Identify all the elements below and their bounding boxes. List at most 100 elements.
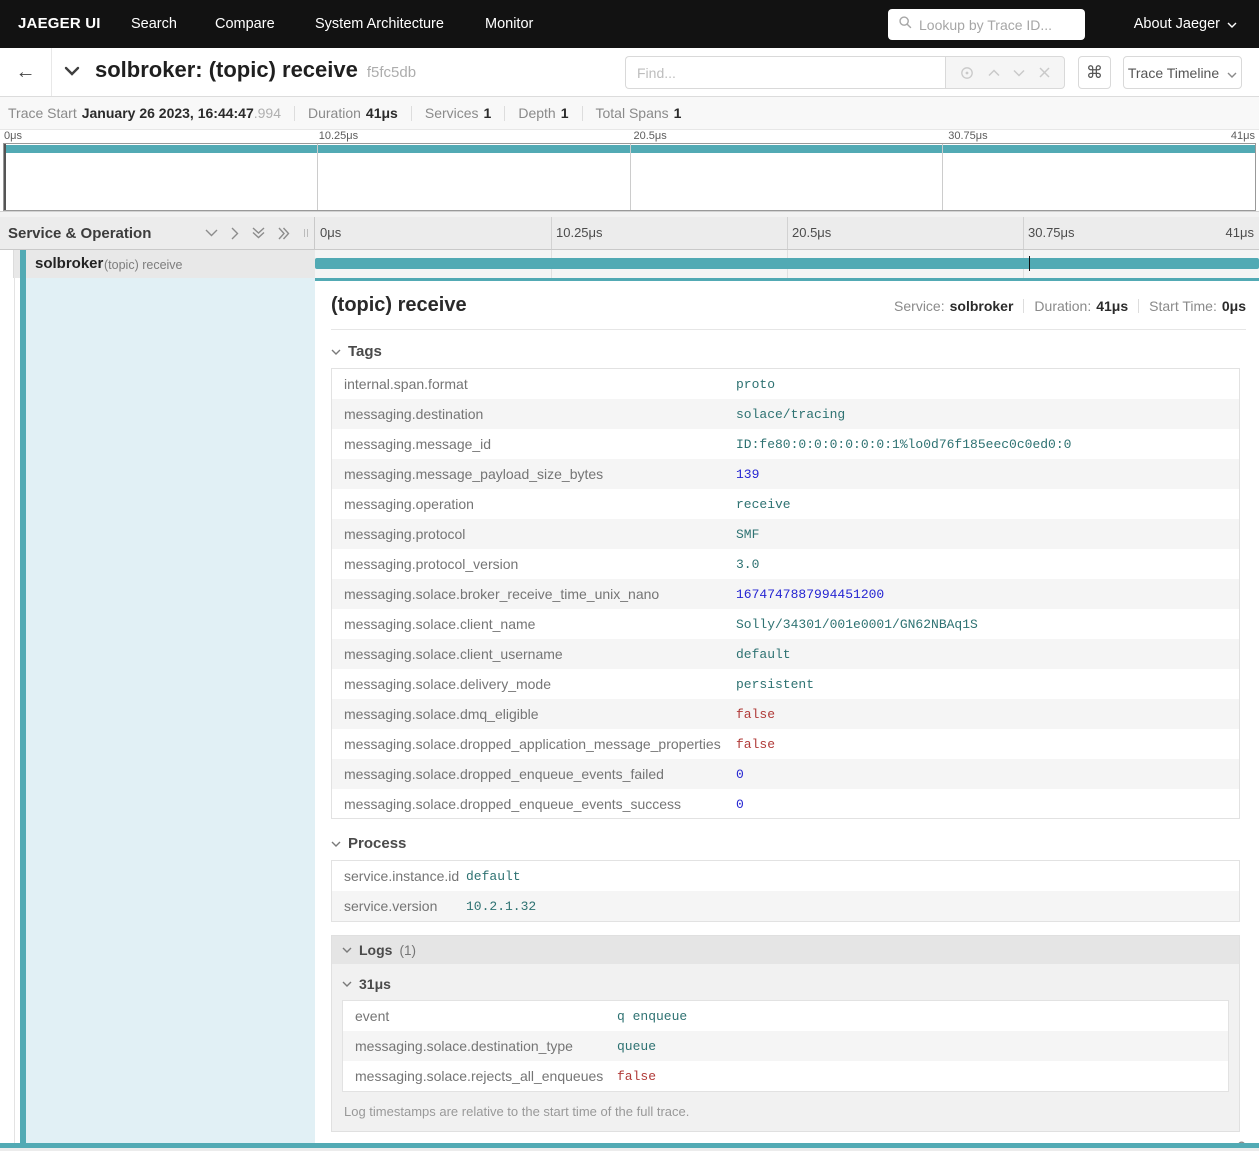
about-jaeger-label: About Jaeger <box>1133 16 1220 32</box>
span-log-marker[interactable] <box>1028 256 1030 271</box>
kv-value: false <box>736 707 776 722</box>
top-nav: JAEGER UI Search Compare System Architec… <box>0 0 1259 48</box>
trace-id: f5fc5db <box>366 64 417 81</box>
trace-header: ← solbroker: (topic) receive f5fc5db Fin… <box>0 48 1259 97</box>
detail-row-highlight <box>26 278 315 1143</box>
kv-key: service.version <box>344 898 438 914</box>
nav-item-monitor[interactable]: Monitor <box>485 0 533 48</box>
logs-section-toggle[interactable]: Logs (1) <box>332 936 1239 964</box>
kv-key: messaging.operation <box>344 496 474 512</box>
kv-row: messaging.solace.rejects_all_enqueues fal… <box>343 1061 1228 1091</box>
back-arrow-icon: ← <box>15 60 36 83</box>
duration-label: Duration: <box>1034 298 1092 314</box>
expand-one-icon[interactable] <box>231 227 239 240</box>
span-duration-bar[interactable] <box>315 258 1259 269</box>
kv-value: default <box>736 647 791 662</box>
total-spans-label: Total Spans <box>595 105 669 121</box>
minimap-gridline <box>316 144 318 210</box>
kv-value: queue <box>617 1039 657 1054</box>
logs-count: (1) <box>399 942 416 958</box>
focus-match-icon[interactable] <box>960 66 974 80</box>
collapse-one-icon[interactable] <box>205 229 218 237</box>
duration-value: 41μs <box>365 105 398 121</box>
kv-row: messaging.solace.client_username default <box>332 639 1239 669</box>
process-table: service.instance.id default service.versio… <box>331 860 1240 922</box>
span-detail-left-gutter <box>0 278 315 1143</box>
kv-row: internal.span.format proto <box>332 369 1239 399</box>
trace-id-lookup-input[interactable]: Lookup by Trace ID... <box>888 9 1085 40</box>
divider <box>294 105 295 121</box>
kv-row: service.version 10.2.1.32 <box>332 891 1239 921</box>
service-value: solbroker <box>949 298 1014 314</box>
kv-value: false <box>736 737 776 752</box>
kv-value: 0 <box>736 767 744 782</box>
span-service-name: solbroker <box>35 255 104 272</box>
expand-collapse-controls <box>205 227 290 240</box>
collapse-trace-chevron-icon[interactable] <box>64 63 80 81</box>
tags-table[interactable]: internal.span.format proto messaging.desti… <box>331 368 1240 819</box>
about-jaeger-menu[interactable]: About Jaeger <box>1134 0 1237 48</box>
span-timeline-cell[interactable] <box>315 250 1259 278</box>
services-value: 1 <box>483 105 492 121</box>
kv-row: messaging.solace.broker_receive_time_uni… <box>332 579 1239 609</box>
keyboard-shortcuts-button[interactable]: ⌘ <box>1078 56 1111 89</box>
span-row[interactable]: solbroker (topic) receive <box>0 250 1259 278</box>
process-section-title: Process <box>348 835 407 852</box>
kv-key: messaging.destination <box>344 406 484 422</box>
kv-row: messaging.solace.destination_type queue <box>343 1031 1228 1061</box>
kv-row: messaging.solace.dropped_enqueue_events_… <box>332 789 1239 818</box>
back-button[interactable]: ← <box>0 48 52 96</box>
next-match-icon[interactable] <box>1013 69 1025 77</box>
nav-item-system-architecture[interactable]: System Architecture <box>315 0 444 48</box>
divider <box>410 105 412 121</box>
kv-key: messaging.solace.broker_receive_time_uni… <box>344 586 660 602</box>
trace-minimap[interactable] <box>3 143 1256 211</box>
minimap-scrubber-handle[interactable] <box>4 144 6 210</box>
find-input[interactable] <box>625 56 945 89</box>
trace-view-label: Trace Timeline <box>1127 64 1220 81</box>
timeline-tick: 30.75μs <box>1028 225 1075 240</box>
app-logo[interactable]: JAEGER UI <box>18 0 101 48</box>
divider <box>504 105 506 121</box>
kv-value: 10.2.1.32 <box>466 899 537 914</box>
services-label: Services <box>424 105 479 121</box>
kv-row: messaging.solace.dmq_eligible false <box>332 699 1239 729</box>
timeline-header: Service & Operation 0μs 10.25μs 20.5μs 3… <box>0 217 1259 250</box>
log-entry-toggle[interactable]: 31μs <box>342 976 1229 992</box>
timeline-tick: 41μs <box>1225 225 1254 240</box>
collapse-all-icon[interactable] <box>252 227 265 239</box>
depth-label: Depth <box>518 105 556 121</box>
service-operation-label: Service & Operation <box>8 224 152 242</box>
kv-row: messaging.message_payload_size_bytes 139 <box>332 459 1239 489</box>
kv-key: messaging.solace.dmq_eligible <box>344 706 539 722</box>
minimap-gridline <box>942 144 944 210</box>
process-section-toggle[interactable]: Process <box>331 835 1246 852</box>
indent-guide <box>14 278 15 1143</box>
kv-value: 3.0 <box>736 557 760 572</box>
kv-value: SMF <box>736 527 760 542</box>
kv-row: messaging.solace.delivery_mode persistent <box>332 669 1239 699</box>
clear-find-icon[interactable] <box>1039 67 1050 78</box>
trace-start-label: Trace Start <box>8 105 77 121</box>
kv-value: ID:fe80:0:0:0:0:0:0:1%lo0d76f185eec0c0ed… <box>736 437 1072 452</box>
log-entry-time: 31μs <box>359 976 391 992</box>
prev-match-icon[interactable] <box>988 68 1000 77</box>
span-operation-name: (topic) receive <box>104 258 183 272</box>
span-name-cell[interactable]: solbroker (topic) receive <box>0 250 315 278</box>
kv-key: messaging.message_id <box>344 436 492 452</box>
kv-row: messaging.solace.dropped_application_mes… <box>332 729 1239 759</box>
ruler-tick: 10.25μs <box>318 130 359 142</box>
expand-all-icon[interactable] <box>278 227 290 240</box>
nav-item-compare[interactable]: Compare <box>215 0 275 48</box>
column-resize-handle[interactable] <box>304 229 308 237</box>
command-icon: ⌘ <box>1086 62 1103 82</box>
chevron-down-icon <box>331 349 341 355</box>
kv-key: messaging.solace.dropped_enqueue_events_… <box>344 766 664 782</box>
timeline-gridline <box>787 217 788 249</box>
nav-item-search[interactable]: Search <box>131 0 177 48</box>
indent-gutter <box>0 250 14 278</box>
trace-view-selector[interactable]: Trace Timeline <box>1123 56 1242 89</box>
logs-section-title: Logs <box>359 942 393 958</box>
find-bar <box>625 56 1065 89</box>
tags-section-toggle[interactable]: Tags <box>331 343 1246 360</box>
